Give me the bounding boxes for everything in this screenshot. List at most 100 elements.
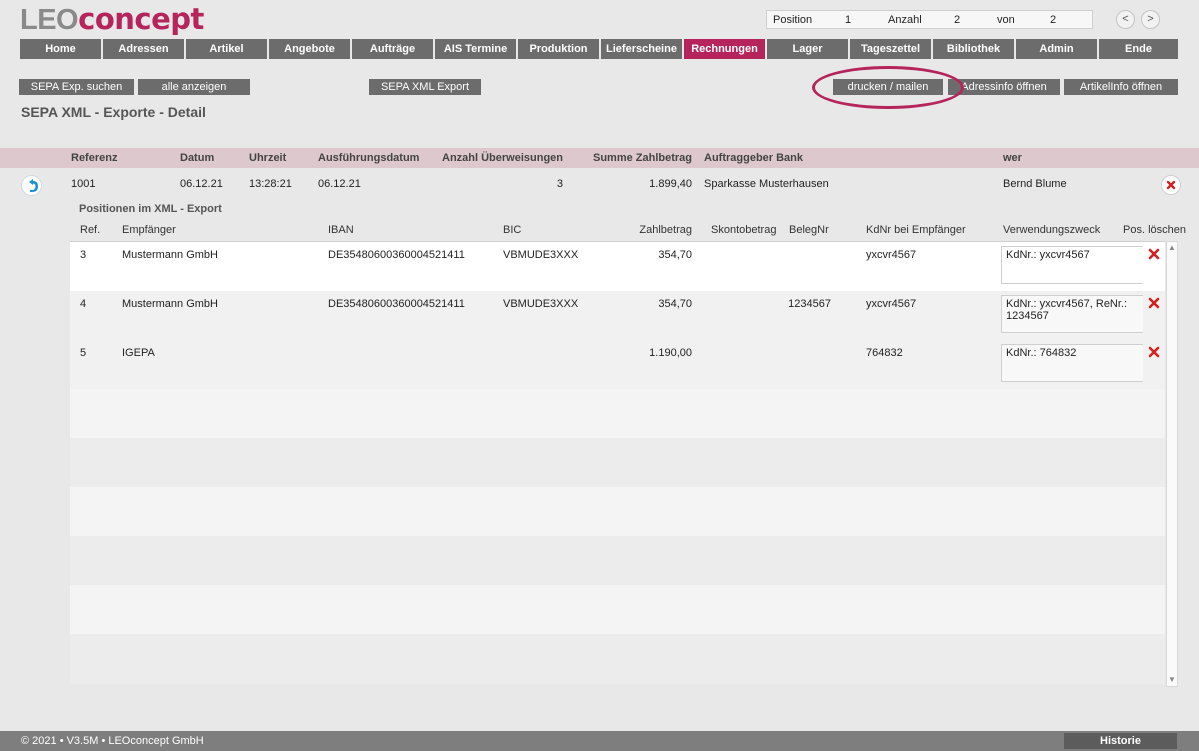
pos-col-empfaenger: Empfänger — [122, 224, 176, 236]
col-header-bank: Auftraggeber Bank — [704, 152, 804, 164]
pos-col-skontobetrag: Skontobetrag — [711, 224, 777, 236]
record-ausfuehrungsdatum: 06.12.21 — [318, 178, 361, 190]
brand-logo: LEOconcept — [20, 2, 204, 37]
record-wer: Bernd Blume — [1003, 178, 1067, 190]
menu-item-auftraege[interactable]: Aufträge — [352, 39, 433, 59]
delete-position-icon[interactable] — [1148, 297, 1160, 309]
col-header-anzahl: Anzahl Überweisungen — [442, 152, 564, 164]
count-value: 2 — [954, 14, 961, 26]
menu-item-admin[interactable]: Admin — [1016, 39, 1097, 59]
record-summe: 1.899,40 — [649, 178, 692, 190]
sepa-xml-export-button[interactable]: SEPA XML Export — [369, 79, 481, 95]
row-empfaenger: Mustermann GmbH — [122, 249, 218, 261]
col-header-referenz: Referenz — [71, 152, 118, 164]
brand-logo-part2: concept — [78, 2, 204, 36]
sepa-search-button[interactable]: SEPA Exp. suchen — [19, 79, 134, 95]
col-header-wer: wer — [1003, 152, 1022, 164]
pos-col-kdnr: KdNr bei Empfänger — [866, 224, 966, 236]
row-zahlbetrag: 354,70 — [658, 298, 692, 310]
positions-scrollbar[interactable]: ▲ ▼ — [1166, 241, 1178, 687]
pos-col-bic: BIC — [503, 224, 522, 236]
positions-section-label: Positionen im XML - Export — [79, 203, 222, 215]
footer-copyright: © 2021 • V3.5M • LEOconcept GmbH — [21, 735, 204, 747]
history-button[interactable]: Historie — [1064, 733, 1177, 749]
of-label: von — [997, 14, 1015, 26]
record-datum: 06.12.21 — [180, 178, 223, 190]
menu-item-ais-termine[interactable]: AIS Termine — [435, 39, 516, 59]
row-iban: DE35480600360004521411 — [328, 298, 465, 310]
row-iban: DE35480600360004521411 — [328, 249, 465, 261]
scroll-down-icon[interactable]: ▼ — [1167, 674, 1177, 686]
row-ref: 4 — [80, 298, 87, 310]
row-kdnr: 764832 — [866, 347, 903, 359]
empty-row — [70, 634, 1165, 684]
col-header-datum: Datum — [180, 152, 215, 164]
row-bic: VBMUDE3XXX — [503, 298, 579, 310]
back-arrow-icon[interactable] — [21, 175, 42, 196]
record-referenz: 1001 — [71, 178, 96, 190]
row-kdnr: yxcvr4567 — [866, 249, 917, 261]
pos-col-ref: Ref. — [80, 224, 101, 236]
empty-row — [70, 585, 1165, 634]
menu-item-lieferscheine[interactable]: Lieferscheine — [601, 39, 682, 59]
row-ref: 3 — [80, 249, 87, 261]
menu-item-bibliothek[interactable]: Bibliothek — [933, 39, 1014, 59]
col-header-uhrzeit: Uhrzeit — [249, 152, 287, 164]
row-empfaenger: Mustermann GmbH — [122, 298, 218, 310]
row-bic: VBMUDE3XXX — [503, 249, 579, 261]
show-all-button[interactable]: alle anzeigen — [138, 79, 250, 95]
address-info-button[interactable]: Adressinfo öffnen — [948, 79, 1060, 95]
position-label: Position — [773, 14, 813, 26]
row-kdnr: yxcvr4567 — [866, 298, 917, 310]
scroll-up-icon[interactable]: ▲ — [1167, 242, 1177, 254]
pos-col-loeschen: Pos. löschen — [1123, 224, 1186, 236]
pos-col-iban: IBAN — [328, 224, 354, 236]
col-header-ausfuehrungsdatum: Ausführungsdatum — [318, 152, 420, 164]
previous-record-button[interactable]: < — [1116, 10, 1135, 29]
row-belegnr: 1234567 — [788, 298, 831, 310]
row-ref: 5 — [80, 347, 87, 359]
record-position-bar: Position 1 Anzahl 2 von 2 — [766, 10, 1093, 29]
pos-col-belegnr: BelegNr — [789, 224, 829, 236]
menu-item-ende[interactable]: Ende — [1099, 39, 1178, 59]
record-anzahl: 3 — [556, 178, 563, 190]
next-record-button[interactable]: > — [1141, 10, 1160, 29]
record-uhrzeit: 13:28:21 — [249, 178, 292, 190]
empty-row — [70, 438, 1165, 487]
of-value: 2 — [1050, 14, 1057, 26]
position-value: 1 — [845, 14, 852, 26]
menu-item-angebote[interactable]: Angebote — [269, 39, 350, 59]
count-label: Anzahl — [888, 14, 922, 26]
print-mail-button[interactable]: drucken / mailen — [833, 79, 943, 95]
empty-row — [70, 536, 1165, 585]
positions-table: 3 Mustermann GmbH DE35480600360004521411… — [70, 241, 1165, 685]
row-verwendungszweck-field[interactable]: KdNr.: 764832 — [1001, 344, 1143, 382]
delete-position-icon[interactable] — [1148, 346, 1160, 358]
table-row[interactable]: 4 Mustermann GmbH DE35480600360004521411… — [70, 291, 1165, 340]
article-info-button[interactable]: ArtikelInfo öffnen — [1064, 79, 1178, 95]
row-verwendungszweck-field[interactable]: KdNr.: yxcvr4567 — [1001, 246, 1143, 284]
footer: © 2021 • V3.5M • LEOconcept GmbH Histori… — [0, 731, 1199, 751]
pos-col-zahlbetrag: Zahlbetrag — [639, 224, 692, 236]
page-title: SEPA XML - Exporte - Detail — [21, 104, 206, 120]
brand-logo-part1: LEO — [20, 4, 79, 36]
menu-item-artikel[interactable]: Artikel — [186, 39, 267, 59]
table-row[interactable]: 5 IGEPA 1.190,00 764832 KdNr.: 764832 — [70, 340, 1165, 389]
menu-item-rechnungen[interactable]: Rechnungen — [684, 39, 765, 59]
menu-item-lager[interactable]: Lager — [767, 39, 848, 59]
pos-col-verwendungszweck: Verwendungszweck — [1003, 224, 1101, 236]
row-verwendungszweck-field[interactable]: KdNr.: yxcvr4567, ReNr.: 1234567 — [1001, 295, 1143, 333]
row-zahlbetrag: 1.190,00 — [649, 347, 692, 359]
menu-item-adressen[interactable]: Adressen — [103, 39, 184, 59]
menu-item-produktion[interactable]: Produktion — [518, 39, 599, 59]
record-bank: Sparkasse Musterhausen — [704, 178, 829, 190]
delete-position-icon[interactable] — [1148, 248, 1160, 260]
row-empfaenger: IGEPA — [122, 347, 155, 359]
table-row[interactable]: 3 Mustermann GmbH DE35480600360004521411… — [70, 242, 1165, 291]
menu-item-tageszettel[interactable]: Tageszettel — [850, 39, 931, 59]
row-zahlbetrag: 354,70 — [658, 249, 692, 261]
menu-item-home[interactable]: Home — [20, 39, 101, 59]
delete-export-icon[interactable] — [1161, 175, 1181, 195]
empty-row — [70, 487, 1165, 536]
col-header-summe: Summe Zahlbetrag — [593, 152, 693, 164]
